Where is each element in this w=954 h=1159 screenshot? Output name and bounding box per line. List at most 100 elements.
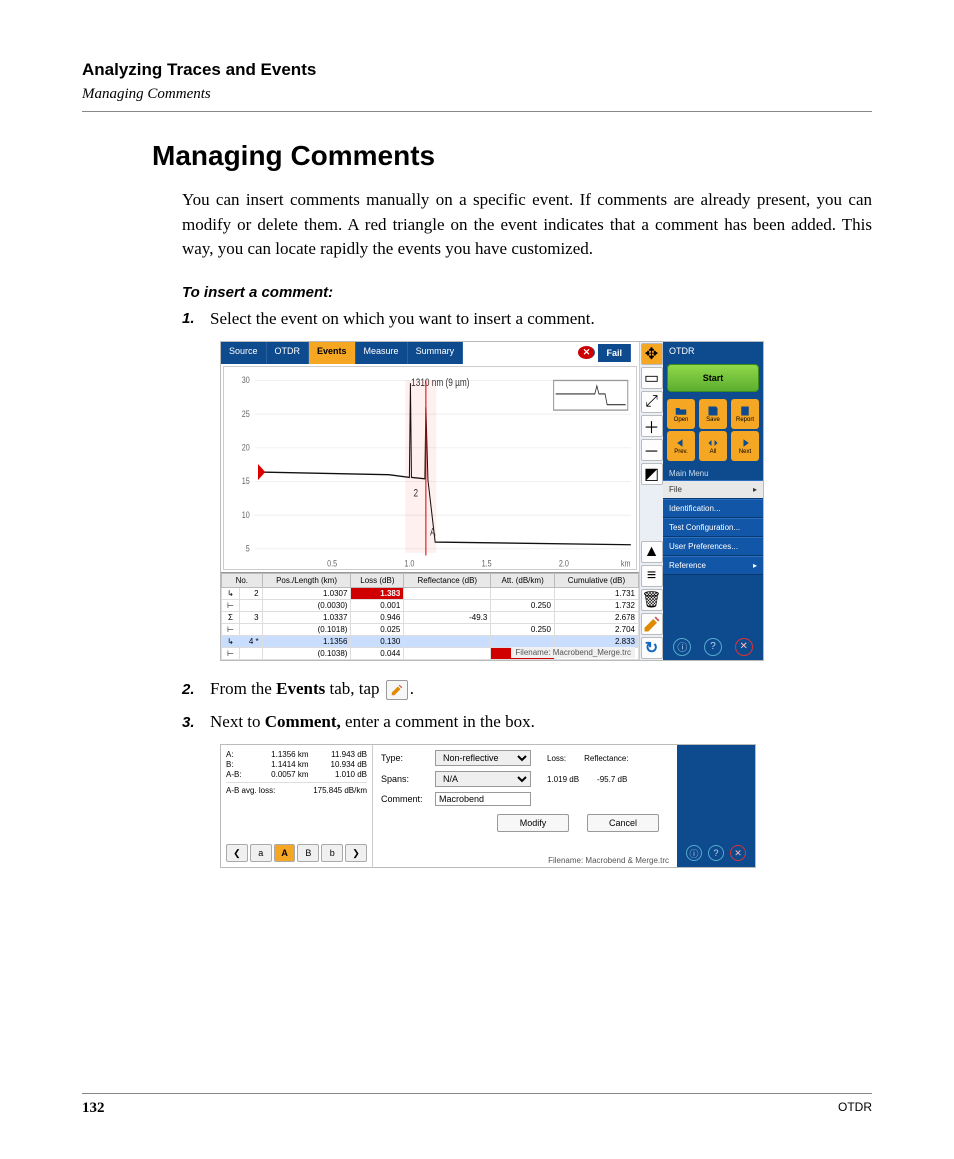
nav-prev-button[interactable]: ❮ (226, 844, 248, 862)
menu-identification[interactable]: Identification... (663, 499, 763, 518)
tab-summary[interactable]: Summary (408, 342, 464, 364)
trace-graph[interactable]: 30 25 20 15 10 5 0.5 1.0 1.5 2.0 km 1310… (223, 366, 637, 570)
th-refl[interactable]: Reflectance (dB) (404, 573, 491, 587)
comment-input[interactable] (435, 792, 531, 806)
cell-att: 0.250 (491, 599, 555, 611)
tab-measure[interactable]: Measure (356, 342, 408, 364)
close-icon[interactable]: ✕ (735, 638, 753, 656)
zoom-area-icon[interactable]: ▭ (641, 367, 663, 389)
menu-file[interactable]: File▸ (663, 480, 763, 499)
cancel-button[interactable]: Cancel (587, 814, 659, 832)
th-no[interactable]: No. (222, 573, 263, 587)
marker-nav: ❮ a A B b ❯ (226, 844, 367, 862)
zoom-out-icon[interactable]: － (641, 439, 663, 461)
table-row[interactable]: ↳21.03071.3831.731 (222, 587, 639, 599)
menu-test-config[interactable]: Test Configuration... (663, 518, 763, 537)
table-row[interactable]: ↳4 *1.13560.1302.833 (222, 635, 639, 647)
table-row[interactable]: ⊢(0.1018)0.0250.2502.704 (222, 623, 639, 635)
filename-label: Filename: Macrobend & Merge.trc (548, 856, 669, 865)
report-button[interactable]: Report (731, 399, 759, 429)
spans-label: Spans: (381, 774, 429, 784)
cell-loss: 0.946 (351, 611, 404, 623)
modify-button[interactable]: Modify (497, 814, 569, 832)
th-cum[interactable]: Cumulative (dB) (554, 573, 638, 587)
type-label: Type: (381, 753, 429, 763)
cell-pos: (0.1018) (262, 623, 351, 635)
main-heading: Managing Comments (152, 140, 872, 172)
row-type-icon: ⊢ (222, 647, 240, 659)
event-form: Type: Non-reflective Loss: Reflectance: … (373, 745, 677, 867)
scroll-up-icon[interactable]: ▲ (641, 541, 663, 563)
table-row[interactable]: Σ31.03370.946-49.32.678 (222, 611, 639, 623)
svg-text:A: A (430, 526, 436, 538)
cell-refl (404, 599, 491, 611)
menu-title: Main Menu (663, 467, 763, 480)
prev-button[interactable]: Prev. (667, 431, 695, 461)
cell-no: 2 (240, 587, 263, 599)
next-button[interactable]: Next (731, 431, 759, 461)
chapter-title: Analyzing Traces and Events (82, 60, 872, 80)
table-row[interactable]: ⊢(0.0030)0.0010.2501.732 (222, 599, 639, 611)
nav-b-lower-button[interactable]: b (321, 844, 343, 862)
pointer-tool-icon[interactable]: ✥ (641, 343, 663, 365)
error-icon: ✕ (578, 346, 595, 359)
open-button[interactable]: Open (667, 399, 695, 429)
cell-pos: (0.1038) (262, 647, 351, 659)
cell-att (491, 587, 555, 599)
menu-reference[interactable]: Reference▸ (663, 556, 763, 575)
y-tick: 15 (242, 475, 250, 486)
step-2: 2. From the Events tab, tap . (182, 679, 872, 700)
th-att[interactable]: Att. (dB/km) (491, 573, 555, 587)
save-button[interactable]: Save (699, 399, 727, 429)
row-type-icon: ⊢ (222, 623, 240, 635)
delete-icon[interactable]: 🗑 (641, 589, 663, 611)
section-name: Managing Comments (82, 86, 872, 103)
zoom-in-icon[interactable]: ＋ (641, 415, 663, 437)
step-number: 1. (182, 310, 210, 327)
marker-tool-icon[interactable]: ◩ (641, 463, 663, 485)
help-icon[interactable]: ? (708, 845, 724, 861)
side-title: OTDR (663, 342, 763, 360)
fail-badge: ✕ Fail (570, 342, 639, 364)
step-1: 1. Select the event on which you want to… (182, 309, 872, 329)
expand-icon[interactable]: ≡ (641, 565, 663, 587)
graph-toolbar: ✥ ▭ ⤢ ＋ － ◩ ▲ ≡ 🗑 ↻ (639, 342, 663, 660)
cell-no (240, 599, 263, 611)
cell-no: 3 (240, 611, 263, 623)
ab-db: 1.010 dB (313, 770, 368, 779)
y-tick: 30 (242, 374, 250, 385)
nav-a-button[interactable]: A (274, 844, 296, 862)
row-type-icon: ↳ (222, 587, 240, 599)
start-button[interactable]: Start (667, 364, 759, 392)
x-tick: 1.5 (482, 557, 492, 568)
a-km: 1.1356 km (254, 750, 309, 759)
tab-events[interactable]: Events (309, 342, 356, 364)
all-button[interactable]: All (699, 431, 727, 461)
loss-head: Loss: (547, 754, 566, 763)
th-loss[interactable]: Loss (dB) (351, 573, 404, 587)
step-text: From the Events tab, tap . (210, 679, 872, 700)
cell-att (491, 635, 555, 647)
spans-select[interactable]: N/A (435, 771, 531, 787)
b-label: B: (226, 760, 250, 769)
info-icon[interactable]: ⓘ (673, 638, 691, 656)
cell-no: 4 * (240, 635, 263, 647)
info-icon[interactable]: ⓘ (686, 845, 702, 861)
nav-next-button[interactable]: ❯ (345, 844, 367, 862)
type-select[interactable]: Non-reflective (435, 750, 531, 766)
row-type-icon: ⊢ (222, 599, 240, 611)
help-icon[interactable]: ? (704, 638, 722, 656)
nav-b-button[interactable]: B (297, 844, 319, 862)
page-number: 132 (82, 1100, 105, 1117)
menu-user-prefs[interactable]: User Preferences... (663, 537, 763, 556)
th-pos[interactable]: Pos./Length (km) (262, 573, 351, 587)
zoom-full-icon[interactable]: ⤢ (641, 391, 663, 413)
tab-source[interactable]: Source (221, 342, 267, 364)
nav-a-lower-button[interactable]: a (250, 844, 272, 862)
edit-icon[interactable] (641, 613, 663, 635)
tab-otdr[interactable]: OTDR (267, 342, 310, 364)
close-icon[interactable]: ✕ (730, 845, 746, 861)
refresh-icon[interactable]: ↻ (641, 637, 663, 659)
y-tick: 25 (242, 408, 250, 419)
cell-pos: 1.0337 (262, 611, 351, 623)
